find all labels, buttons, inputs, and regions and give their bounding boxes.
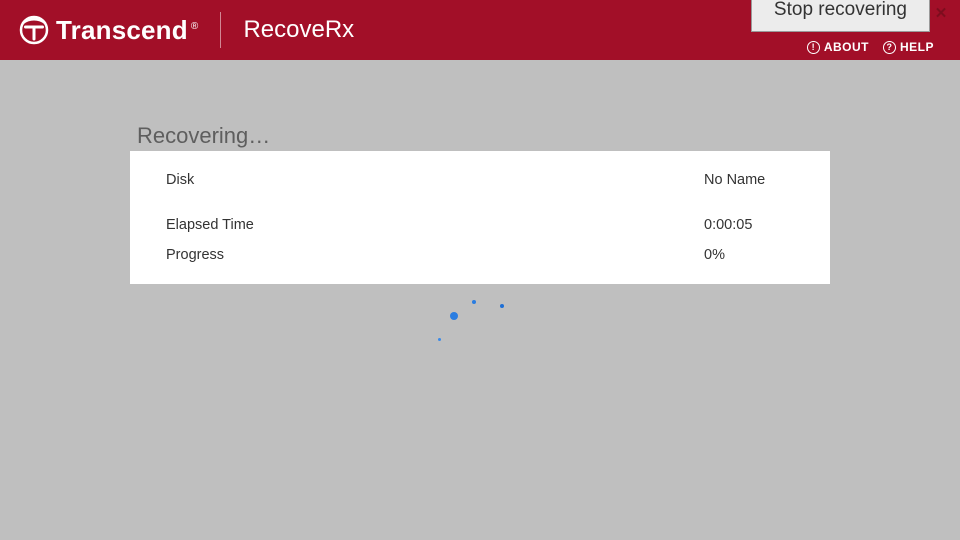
- app-name: RecoveRx: [243, 16, 354, 44]
- about-link[interactable]: ! ABOUT: [807, 40, 869, 54]
- info-value-disk: No Name: [704, 172, 794, 188]
- registered-mark: ®: [191, 21, 199, 32]
- info-row: Progress 0%: [166, 240, 794, 270]
- status-title: Recovering…: [137, 123, 270, 149]
- info-row: Elapsed Time 0:00:05: [166, 210, 794, 240]
- stop-recovering-button[interactable]: Stop recovering: [751, 0, 930, 32]
- info-label-progress: Progress: [166, 247, 224, 263]
- help-label: HELP: [900, 40, 934, 54]
- info-value-progress: 0%: [704, 247, 794, 263]
- info-row: Disk No Name: [166, 165, 794, 210]
- header-divider: [220, 12, 221, 48]
- about-label: ABOUT: [824, 40, 869, 54]
- info-icon: !: [807, 41, 820, 54]
- info-label-disk: Disk: [166, 172, 194, 188]
- info-label-elapsed: Elapsed Time: [166, 217, 254, 233]
- brand-name: Transcend®: [56, 15, 198, 46]
- help-bar: ! ABOUT ? HELP: [807, 40, 934, 54]
- transcend-logo-icon: [18, 14, 50, 46]
- spinner-dot: [438, 338, 441, 341]
- question-icon: ?: [883, 41, 896, 54]
- brand-block: Transcend®: [0, 14, 198, 46]
- close-button[interactable]: ✕: [932, 4, 950, 22]
- spinner-dot: [500, 304, 504, 308]
- info-value-elapsed: 0:00:05: [704, 217, 794, 233]
- brand-name-text: Transcend: [56, 15, 188, 45]
- info-card: Disk No Name Elapsed Time 0:00:05 Progre…: [130, 151, 830, 284]
- help-link[interactable]: ? HELP: [883, 40, 934, 54]
- spinner-dot: [450, 312, 458, 320]
- spinner-dot: [472, 300, 476, 304]
